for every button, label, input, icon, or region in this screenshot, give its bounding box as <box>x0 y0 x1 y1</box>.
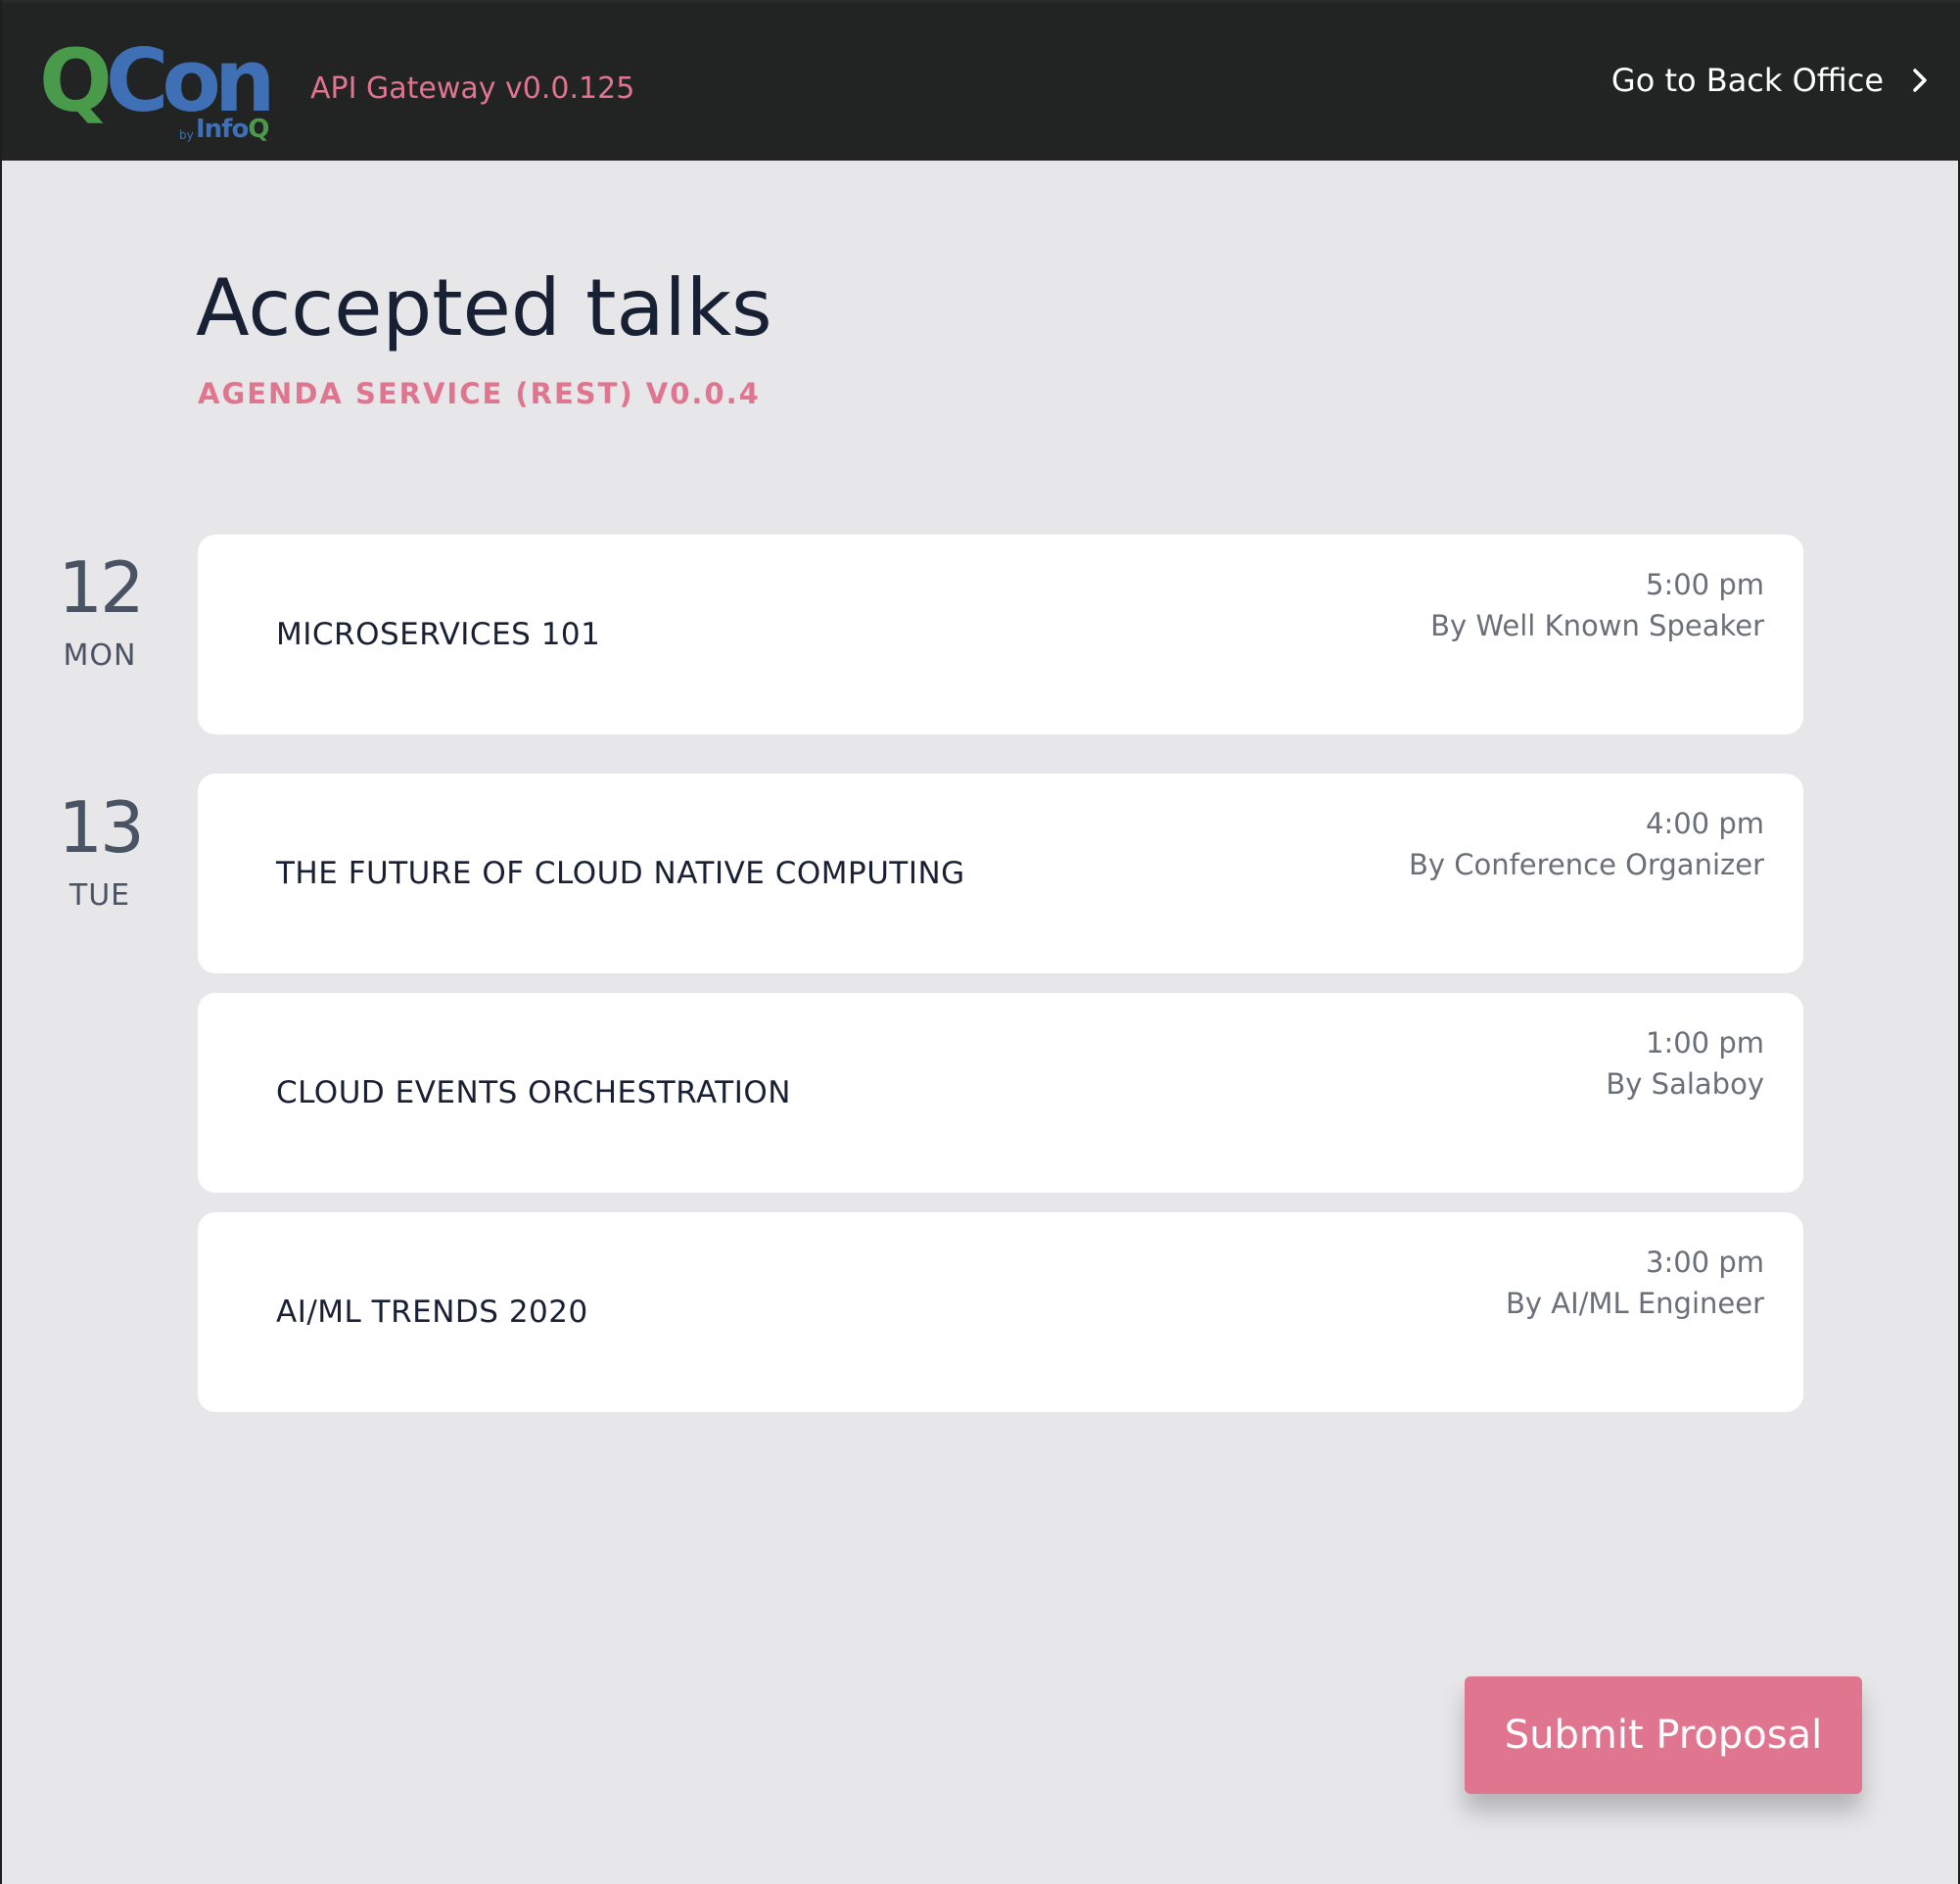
day-number: 12 <box>58 546 145 629</box>
gateway-version-label: API Gateway v0.0.125 <box>310 71 635 106</box>
top-header: QCon by InfoQ API Gateway v0.0.125 Go to… <box>2 0 1960 161</box>
talk-card[interactable]: MICROSERVICES 101 5:00 pm By Well Known … <box>198 535 1803 734</box>
talk-speaker: By Salaboy <box>1606 1067 1764 1101</box>
talk-meta: 3:00 pm By AI/ML Engineer <box>1506 1242 1764 1324</box>
page-title: Accepted talks <box>196 262 772 353</box>
day-label-mon: 12 MON <box>41 548 159 673</box>
talk-card[interactable]: CLOUD EVENTS ORCHESTRATION 1:00 pm By Sa… <box>198 993 1803 1193</box>
talk-meta: 1:00 pm By Salaboy <box>1606 1022 1764 1105</box>
submit-proposal-button[interactable]: Submit Proposal <box>1465 1676 1862 1794</box>
talk-speaker: By Conference Organizer <box>1408 848 1764 881</box>
talk-meta: 5:00 pm By Well Known Speaker <box>1430 564 1764 646</box>
talk-title: CLOUD EVENTS ORCHESTRATION <box>276 1075 791 1110</box>
day-label-tue: 13 TUE <box>41 788 159 913</box>
back-office-link[interactable]: Go to Back Office <box>1611 62 1935 99</box>
talk-title: AI/ML TRENDS 2020 <box>276 1295 588 1330</box>
logo-by-text: by <box>179 128 194 142</box>
talk-title: THE FUTURE OF CLOUD NATIVE COMPUTING <box>276 856 965 891</box>
day-name: TUE <box>69 878 131 913</box>
day-number: 13 <box>58 786 145 869</box>
talk-speaker: By AI/ML Engineer <box>1506 1287 1764 1320</box>
talk-meta: 4:00 pm By Conference Organizer <box>1409 803 1764 885</box>
talk-time: 5:00 pm <box>1646 568 1764 601</box>
talk-title: MICROSERVICES 101 <box>276 617 601 652</box>
talk-time: 4:00 pm <box>1646 807 1764 840</box>
talk-speaker: By Well Known Speaker <box>1430 609 1764 642</box>
talk-time: 3:00 pm <box>1646 1246 1764 1279</box>
page-subtitle: AGENDA SERVICE (REST) V0.0.4 <box>198 377 761 410</box>
talk-card[interactable]: AI/ML TRENDS 2020 3:00 pm By AI/ML Engin… <box>198 1212 1803 1412</box>
talk-card[interactable]: THE FUTURE OF CLOUD NATIVE COMPUTING 4:0… <box>198 774 1803 973</box>
talk-time: 1:00 pm <box>1646 1026 1764 1060</box>
day-name: MON <box>63 638 137 673</box>
back-office-label: Go to Back Office <box>1610 62 1884 99</box>
logo-infoq-text: InfoQ <box>196 115 269 144</box>
chevron-right-icon <box>1913 69 1927 92</box>
qcon-logo[interactable]: QCon by InfoQ <box>39 32 284 150</box>
